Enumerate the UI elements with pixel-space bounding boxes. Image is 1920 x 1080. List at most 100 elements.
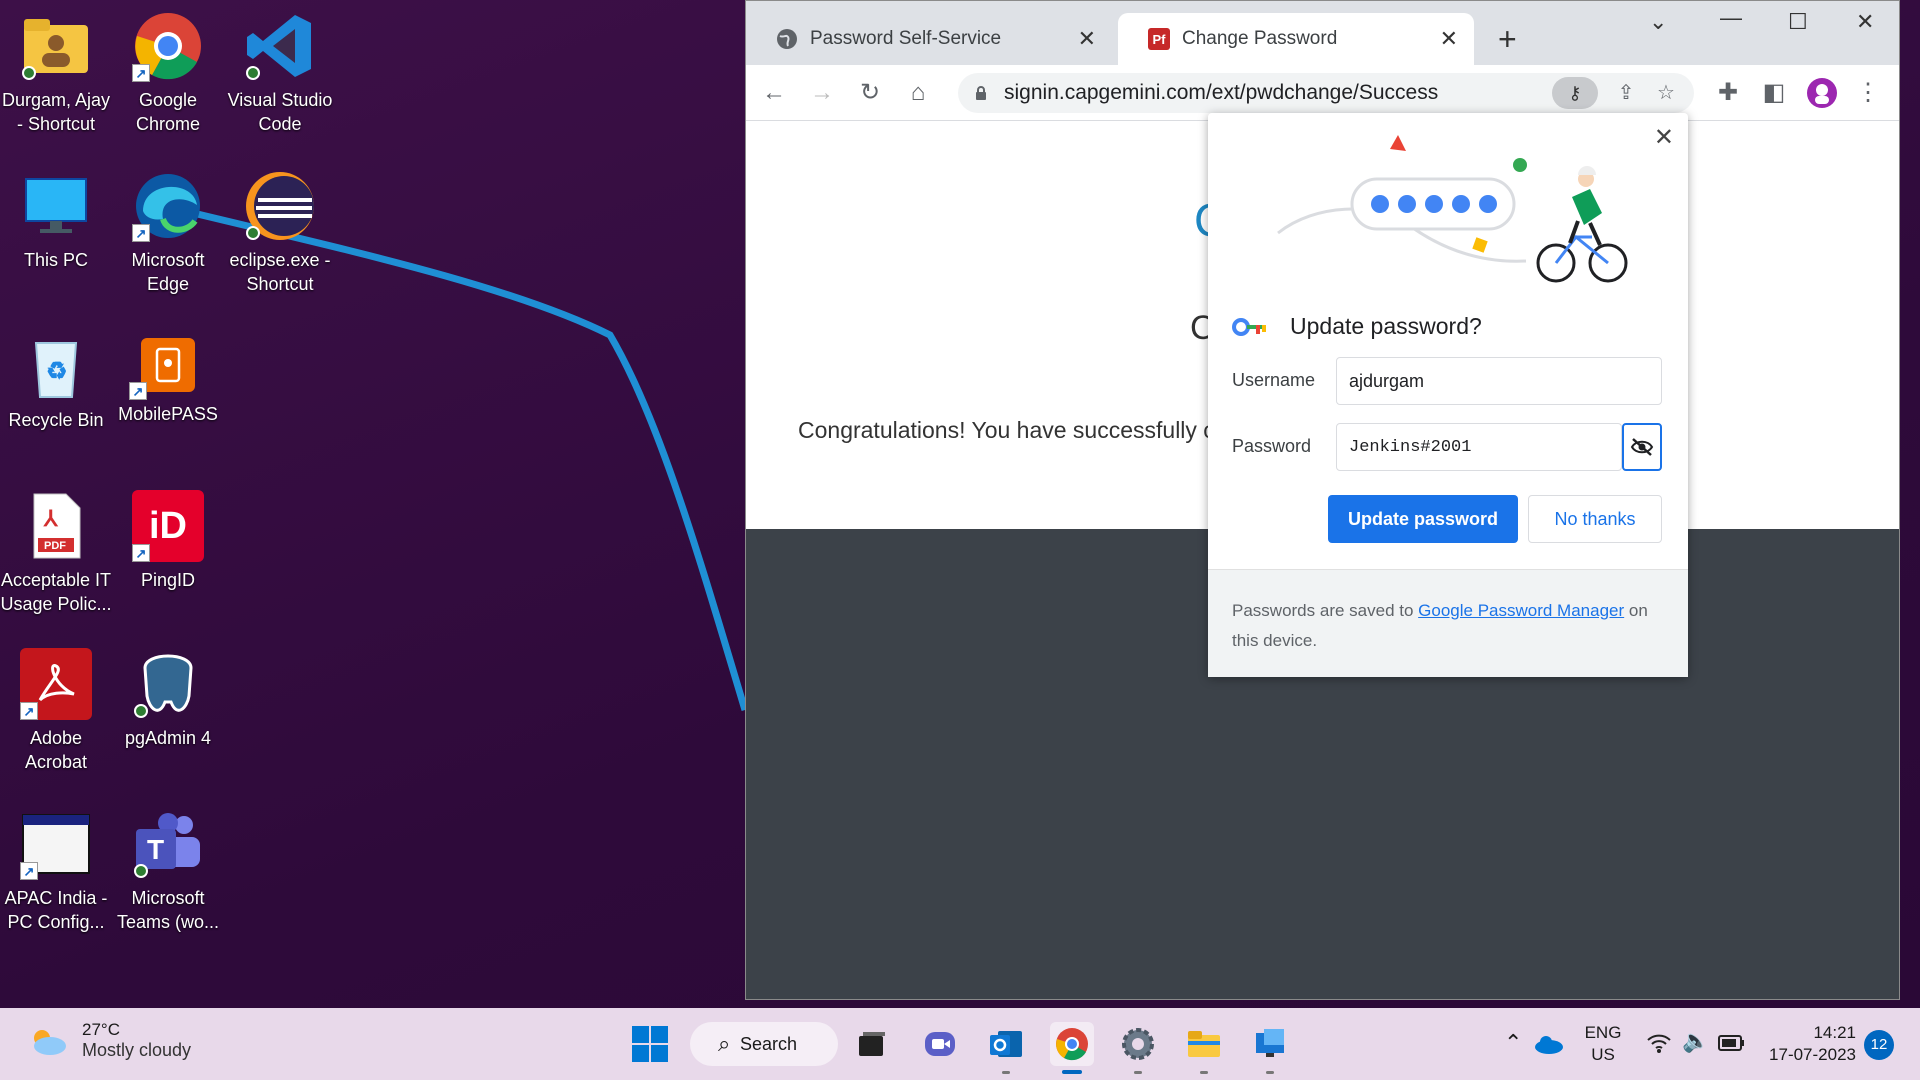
bookmark-star-icon[interactable]: ☆ xyxy=(1650,77,1682,109)
profile-avatar[interactable] xyxy=(1806,77,1838,109)
tab-title: Password Self-Service xyxy=(810,28,1002,49)
desktop-icon-microsoft-edge[interactable]: ↗ Microsoft Edge xyxy=(112,170,224,296)
update-password-dialog: ✕ Update password? Username ajdurgam Pas… xyxy=(1208,113,1688,677)
weather-widget[interactable]: 27°C Mostly cloudy xyxy=(28,1020,191,1061)
weather-condition: Mostly cloudy xyxy=(82,1040,192,1060)
volume-icon[interactable]: 🔈 xyxy=(1682,1028,1709,1054)
tab-password-self-service[interactable]: Password Self-Service ✕ xyxy=(746,13,1112,65)
maximize-button[interactable]: ☐ xyxy=(1788,9,1808,35)
desktop-icon-label: Acceptable IT xyxy=(0,570,112,590)
chat-video-icon xyxy=(925,1032,955,1056)
taskbar-file-explorer[interactable] xyxy=(1182,1022,1226,1074)
desktop-icon-label: PC Config... xyxy=(7,912,105,932)
reload-button[interactable]: ↻ xyxy=(854,77,886,109)
password-illustration xyxy=(1277,135,1628,283)
google-password-manager-link[interactable]: Google Password Manager xyxy=(1418,601,1624,620)
show-hidden-icons-chevron[interactable]: ⌃ xyxy=(1504,1030,1522,1056)
mobilepass-icon: ↗ xyxy=(129,338,195,400)
desktop-icon-label: Edge xyxy=(146,274,190,294)
update-password-button[interactable]: Update password xyxy=(1328,495,1518,543)
desktop-icon-label: APAC India - xyxy=(4,888,108,908)
desktop-icon-label: pgAdmin 4 xyxy=(124,728,212,748)
new-tab-button[interactable]: + xyxy=(1498,23,1517,55)
desktop-icon-label: Visual Studio xyxy=(227,90,333,110)
onedrive-cloud-icon[interactable] xyxy=(1534,1034,1564,1054)
no-thanks-button[interactable]: No thanks xyxy=(1528,495,1662,543)
desktop-icon-mobilepass[interactable]: ↗ MobilePASS xyxy=(112,330,224,426)
battery-icon[interactable] xyxy=(1718,1034,1746,1052)
teams-badge: T xyxy=(147,834,164,865)
address-bar[interactable]: signin.capgemini.com/ext/pwdchange/Succe… xyxy=(958,73,1694,113)
wifi-icon[interactable] xyxy=(1646,1032,1672,1054)
taskbar-settings[interactable] xyxy=(1116,1022,1160,1074)
desktop-icon-label: MobilePASS xyxy=(118,404,218,424)
desktop-icon-microsoft-teams[interactable]: T Microsoft Teams (wo... xyxy=(112,808,224,934)
password-field[interactable]: Jenkins#2001 xyxy=(1336,423,1622,471)
url-text: signin.capgemini.com/ext/pwdchange/Succe… xyxy=(1004,81,1439,104)
desktop-icon-eclipse[interactable]: eclipse.exe - Shortcut xyxy=(224,170,336,296)
desktop-icon-adobe-acrobat[interactable]: ↗ Adobe Acrobat xyxy=(0,648,112,774)
clock-time: 14:21 xyxy=(1813,1023,1856,1042)
home-button[interactable]: ⌂ xyxy=(902,77,934,109)
tab-change-password[interactable]: Pf Change Password ✕ xyxy=(1118,13,1474,65)
tab-strip: Password Self-Service ✕ Pf Change Passwo… xyxy=(746,1,1899,65)
task-view-button[interactable] xyxy=(850,1022,894,1066)
notification-badge[interactable]: 12 xyxy=(1864,1030,1894,1060)
cloud-sun-icon xyxy=(34,1029,66,1055)
dialog-title-row: Update password? xyxy=(1232,313,1482,340)
pingid-badge: iD xyxy=(149,504,187,547)
taskbar-teams-chat[interactable] xyxy=(918,1022,962,1066)
close-window-button[interactable]: ✕ xyxy=(1856,9,1874,35)
username-value: ajdurgam xyxy=(1349,370,1425,391)
start-button[interactable] xyxy=(628,1022,672,1066)
tab-search-chevron-icon[interactable]: ⌄ xyxy=(1649,9,1667,35)
desktop-icon-label: Microsoft xyxy=(131,888,205,908)
dialog-footer: Passwords are saved to Google Password M… xyxy=(1208,569,1688,677)
close-tab-icon[interactable]: ✕ xyxy=(1078,26,1096,52)
close-dialog-button[interactable]: ✕ xyxy=(1654,123,1674,152)
pf-favicon-icon: Pf xyxy=(1148,28,1170,50)
language-code: ENG xyxy=(1584,1023,1622,1042)
taskbar-chrome[interactable] xyxy=(1050,1022,1094,1074)
adobe-acrobat-icon: ↗ xyxy=(20,648,92,720)
desktop-icon-pgadmin[interactable]: pgAdmin 4 xyxy=(112,648,224,750)
toggle-password-visibility-button[interactable] xyxy=(1622,423,1662,471)
back-button[interactable]: ← xyxy=(758,77,790,109)
globe-icon xyxy=(776,28,798,50)
edge-icon: ↗ xyxy=(132,170,204,242)
task-view-icon xyxy=(859,1032,885,1056)
taskbar: 27°C Mostly cloudy ⌕ Search ⌃ ENG US 🔈 1… xyxy=(0,1008,1920,1080)
taskbar-remote-desktop[interactable] xyxy=(1248,1022,1292,1074)
language-indicator[interactable]: ENG US xyxy=(1578,1022,1628,1066)
desktop-icon-google-chrome[interactable]: ↗ Google Chrome xyxy=(112,10,224,136)
minimize-button[interactable]: — xyxy=(1720,5,1742,31)
username-field[interactable]: ajdurgam xyxy=(1336,357,1662,405)
chrome-icon xyxy=(1056,1028,1088,1061)
desktop-icon-recycle-bin[interactable]: ♻ Recycle Bin xyxy=(0,330,112,432)
remote-desktop-icon xyxy=(1256,1029,1284,1057)
desktop-icon-label: Recycle Bin xyxy=(8,410,104,430)
desktop-icon-pingid[interactable]: iD ↗ PingID xyxy=(112,490,224,592)
svg-text:⅄: ⅄ xyxy=(43,506,59,531)
desktop-icon-visual-studio-code[interactable]: Visual Studio Code xyxy=(224,10,336,136)
desktop-icon-this-pc[interactable]: This PC xyxy=(0,170,112,272)
share-icon[interactable]: ⇪ xyxy=(1610,77,1642,109)
desktop-icon-label: Shortcut xyxy=(246,274,314,294)
outlook-icon xyxy=(990,1031,1022,1057)
password-key-icon[interactable]: ⚷ xyxy=(1552,77,1598,109)
forward-button[interactable]: → xyxy=(806,77,838,109)
taskbar-search[interactable]: ⌕ Search xyxy=(690,1022,838,1066)
desktop-icon-user-shortcut[interactable]: Durgam, Ajay - Shortcut xyxy=(0,10,112,136)
taskbar-outlook[interactable] xyxy=(984,1022,1028,1074)
desktop-icon-label: Microsoft xyxy=(131,250,205,270)
clock[interactable]: 14:21 17-07-2023 xyxy=(1760,1022,1856,1066)
desktop-icon-acceptable-it[interactable]: ⅄ PDF Acceptable IT Usage Polic... xyxy=(0,490,112,616)
extensions-puzzle-icon[interactable]: ✚ xyxy=(1712,77,1744,109)
side-panel-icon[interactable]: ◧ xyxy=(1758,77,1790,109)
desktop-icon-apac-india[interactable]: ↗ APAC India - PC Config... xyxy=(0,808,112,934)
chrome-menu-icon[interactable]: ⋮ xyxy=(1852,77,1884,109)
desktop-icon-label: Google xyxy=(138,90,198,110)
dialog-title: Update password? xyxy=(1290,313,1482,339)
close-tab-icon[interactable]: ✕ xyxy=(1440,26,1458,52)
pdf-file-icon: ⅄ PDF xyxy=(20,490,92,562)
